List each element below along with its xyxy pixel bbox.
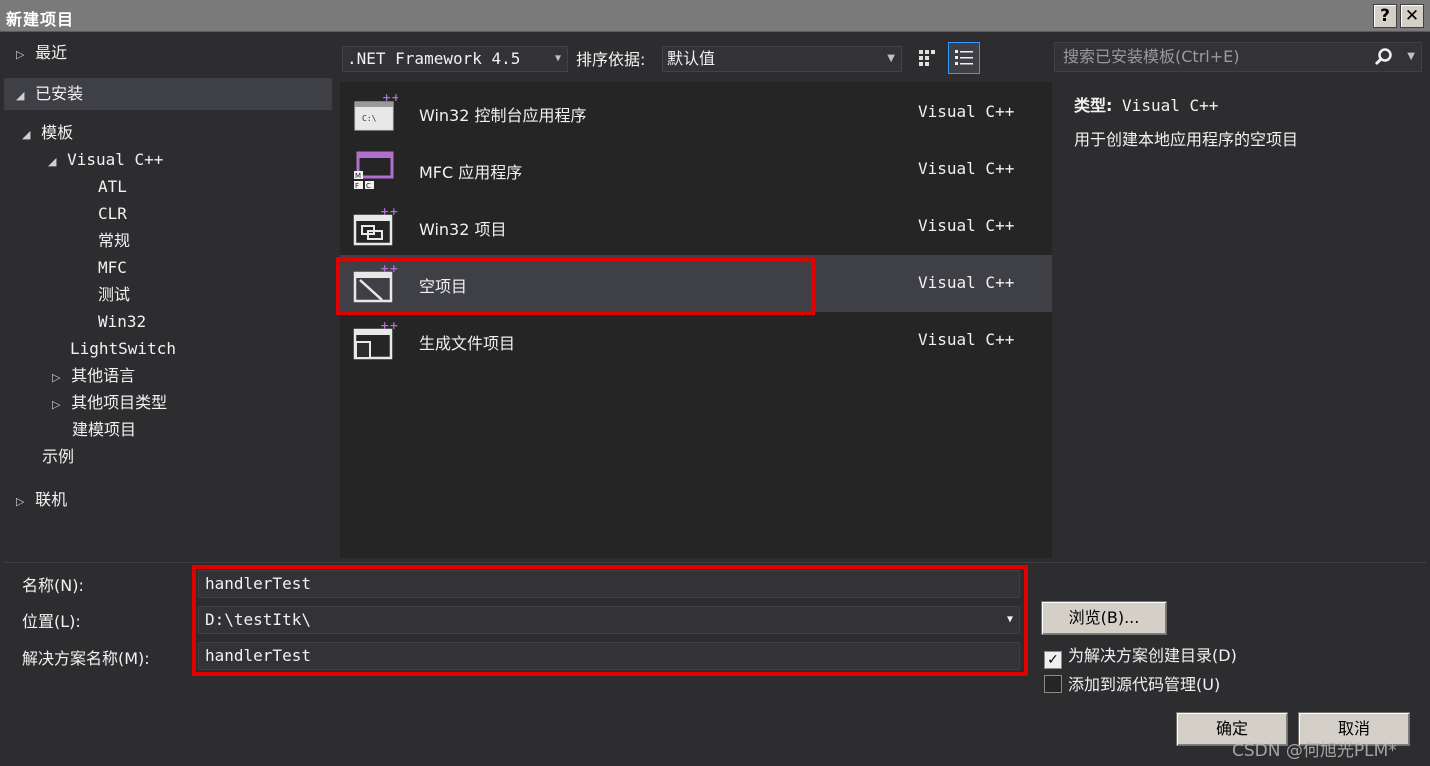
collapsed-arrow-icon: ▷ [52, 371, 61, 384]
template-language: Visual C++ [918, 216, 1015, 235]
tree-item-label: Visual C++ [67, 150, 164, 169]
template-name: 生成文件项目 [419, 334, 516, 353]
type-value: Visual C++ [1122, 96, 1219, 115]
location-label: 位置(L): [22, 612, 81, 631]
template-description: 用于创建本地应用程序的空项目 [1074, 130, 1299, 149]
chevron-down-icon[interactable]: ▼ [1407, 43, 1415, 71]
tree-item-recent[interactable]: ▷ 最近 [16, 40, 67, 66]
sort-label: 排序依据: [576, 50, 646, 69]
chevron-down-icon: ▼ [554, 53, 561, 64]
watermark: CSDN @何旭光PLM* [1232, 741, 1397, 761]
list-view-icon [955, 50, 973, 65]
title-bar: 新建项目 ? ✕ [0, 0, 1430, 32]
template-item-mfc-app[interactable]: M F C MFC 应用程序 Visual C++ [340, 141, 1052, 198]
svg-text:++: ++ [380, 320, 398, 332]
name-label: 名称(N): [22, 576, 84, 595]
search-icon[interactable] [1373, 47, 1393, 67]
highlight-box-form-fields [192, 565, 1028, 676]
tree-item-test[interactable]: 测试 [98, 282, 130, 308]
tree-item-installed[interactable]: ◢ 已安装 [4, 78, 332, 110]
svg-text:C: C [366, 182, 371, 190]
browse-button[interactable]: 浏览(B)... [1041, 601, 1167, 635]
tree-item-atl[interactable]: ATL [98, 174, 127, 200]
console-app-icon: C:\ ++ [354, 92, 398, 131]
template-name: Win32 项目 [419, 220, 507, 239]
help-button[interactable]: ? [1373, 4, 1397, 28]
close-button[interactable]: ✕ [1400, 4, 1424, 28]
svg-text:C:\: C:\ [362, 114, 377, 123]
tree-item-label: 其他项目类型 [71, 393, 168, 412]
tree-item-clr[interactable]: CLR [98, 201, 127, 227]
tree-item-other-languages[interactable]: ▷ 其他语言 [52, 363, 135, 389]
template-name: MFC 应用程序 [419, 163, 523, 182]
template-tree: ▷ 最近 ◢ 已安装 ◢ 模板 ◢ Visual C++ ATL CLR 常规 … [4, 34, 334, 560]
expanded-arrow-icon: ◢ [48, 155, 57, 168]
framework-value: .NET Framework 4.5 [347, 49, 521, 68]
framework-select[interactable]: .NET Framework 4.5 ▼ [342, 46, 568, 72]
tree-item-mfc[interactable]: MFC [98, 255, 127, 281]
small-icons-view-button[interactable] [912, 42, 944, 74]
tree-item-lightswitch[interactable]: LightSwitch [70, 336, 176, 362]
template-name: Win32 控制台应用程序 [419, 106, 587, 125]
template-language: Visual C++ [918, 102, 1015, 121]
tree-item-label: 最近 [35, 43, 68, 62]
mfc-app-icon: M F C [354, 151, 394, 190]
makefile-project-icon: ++ [353, 320, 398, 360]
list-view-button[interactable] [948, 42, 980, 74]
template-list: C:\ ++ Win32 控制台应用程序 Visual C++ M F C MF… [340, 82, 1052, 558]
svg-text:++: ++ [382, 92, 398, 104]
source-control-label: 添加到源代码管理(U) [1068, 675, 1221, 694]
template-search-input[interactable]: 搜索已安装模板(Ctrl+E) ▼ [1054, 42, 1422, 72]
template-type: 类型: Visual C++ [1074, 92, 1218, 116]
template-item-win32-project[interactable]: ++ Win32 项目 Visual C++ [340, 198, 1052, 255]
chevron-down-icon: ▼ [887, 53, 895, 64]
template-item-makefile-project[interactable]: ++ 生成文件项目 Visual C++ [340, 312, 1052, 369]
highlight-box-empty-project [336, 257, 815, 315]
collapsed-arrow-icon: ▷ [52, 398, 61, 411]
expanded-arrow-icon: ◢ [22, 128, 31, 141]
tree-item-visual-cpp[interactable]: ◢ Visual C++ [48, 147, 163, 173]
svg-text:F: F [355, 182, 359, 190]
window-title: 新建项目 [6, 10, 75, 29]
template-language: Visual C++ [918, 330, 1015, 349]
tree-item-label: 模板 [41, 123, 74, 142]
svg-text:M: M [355, 172, 361, 180]
tree-item-win32[interactable]: Win32 [98, 309, 146, 335]
sort-value: 默认值 [667, 49, 716, 68]
search-placeholder: 搜索已安装模板(Ctrl+E) [1063, 47, 1240, 66]
tree-item-label: 已安装 [35, 84, 84, 103]
tree-item-label: 联机 [35, 490, 68, 509]
tree-item-label: 其他语言 [71, 366, 136, 385]
template-language: Visual C++ [918, 159, 1015, 178]
source-control-checkbox[interactable] [1044, 675, 1062, 693]
type-label: 类型: [1074, 96, 1113, 115]
tree-item-samples[interactable]: 示例 [42, 444, 74, 470]
tree-item-templates[interactable]: ◢ 模板 [22, 120, 73, 146]
tree-item-modeling-projects[interactable]: 建模项目 [72, 417, 136, 443]
create-directory-option[interactable]: ✓ 为解决方案创建目录(D) [1044, 642, 1237, 669]
template-language: Visual C++ [918, 273, 1015, 292]
grid-view-icon [919, 50, 935, 66]
collapsed-arrow-icon: ▷ [16, 48, 25, 61]
tree-item-online[interactable]: ▷ 联机 [16, 487, 67, 513]
create-directory-label: 为解决方案创建目录(D) [1068, 646, 1237, 665]
create-directory-checkbox[interactable]: ✓ [1044, 651, 1062, 669]
template-info-panel: 类型: Visual C++ 用于创建本地应用程序的空项目 [1056, 82, 1426, 558]
template-item-console-app[interactable]: C:\ ++ Win32 控制台应用程序 Visual C++ [340, 84, 1052, 141]
source-control-option[interactable]: 添加到源代码管理(U) [1044, 671, 1220, 695]
win32-project-icon: ++ [353, 206, 398, 246]
tree-item-other-project-types[interactable]: ▷ 其他项目类型 [52, 390, 167, 416]
svg-text:++: ++ [380, 206, 398, 218]
expanded-arrow-icon: ◢ [16, 89, 25, 102]
tree-item-general[interactable]: 常规 [98, 228, 130, 254]
sort-select[interactable]: 默认值 ▼ [662, 46, 902, 72]
collapsed-arrow-icon: ▷ [16, 495, 25, 508]
solution-name-label: 解决方案名称(M): [22, 649, 150, 668]
